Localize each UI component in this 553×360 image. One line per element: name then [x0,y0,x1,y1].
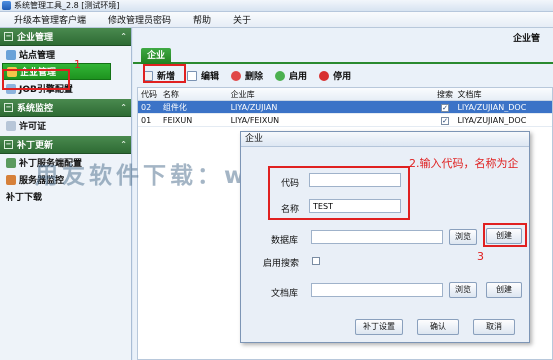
menu-change-password[interactable]: 修改管理员密码 [97,13,182,26]
search-checkbox[interactable]: ✓ [441,103,450,112]
sidebar-item-patch-download[interactable]: 补丁下载 [0,188,131,205]
enable-search-checkbox[interactable] [312,257,320,265]
sidebar-item-label: 许可证 [19,122,47,132]
button-label: 启用 [289,72,308,82]
tab-strip: 企业 [133,48,553,64]
edit-button[interactable]: 编辑 [187,69,219,82]
cell-search: ✓ [433,103,455,112]
breadcrumb: 企业管 [513,34,541,44]
cell-code: 01 [141,115,152,125]
menu-about[interactable]: 关于 [222,13,262,26]
doc-create-button[interactable]: 创建 [486,282,522,298]
app-window: 系统管理工具_2.8 [测试环境] 升级本管理客户端 修改管理员密码 帮助 关于… [0,0,553,360]
enterprise-dialog: 企业 代码 名称 数据库 浏览 创建 启用搜索 文档库 浏览 创建 补丁设置 确… [240,131,530,343]
annotation-box-fields [268,166,410,220]
sidebar-group-monitor[interactable]: − 系统监控 ⌃ [0,99,131,117]
app-icon [2,1,11,10]
sidebar-group-enterprise[interactable]: − 企业管理 ⌃ [0,28,131,46]
db-label: 数据库 [271,236,299,246]
annotation-box-create [483,223,527,247]
cell-doc: LIYA/ZUJIAN_DOC [457,115,527,125]
tab-enterprise[interactable]: 企业 [141,48,171,64]
delete-icon [231,70,242,81]
doc-label: 文档库 [271,289,299,299]
cell-name: FEIXUN [162,115,193,125]
cancel-button[interactable]: 取消 [473,319,515,335]
ok-button[interactable]: 确认 [417,319,459,335]
window-title: 系统管理工具_2.8 [测试环境] [14,1,120,10]
db-browse-button[interactable]: 浏览 [449,229,477,245]
cell-search: ✓ [433,116,455,125]
sidebar-item-label: 补丁下载 [6,193,43,203]
patch-server-icon [6,157,16,168]
sidebar-group-label: 企业管理 [17,33,54,43]
disable-icon [319,70,330,81]
cell-code: 02 [141,102,152,112]
sidebar-group-patch[interactable]: − 补丁更新 ⌃ [0,136,131,154]
sidebar-group-label: 补丁更新 [17,141,54,151]
column-header-name[interactable]: 名称 [160,89,228,100]
title-bar: 系统管理工具_2.8 [测试环境] [0,0,553,12]
menu-help[interactable]: 帮助 [182,13,222,26]
delete-button[interactable]: 删除 [231,69,263,82]
site-icon [6,49,16,60]
chevron-up-icon: ⌃ [120,140,127,149]
menu-bar: 升级本管理客户端 修改管理员密码 帮助 关于 [0,12,553,28]
button-label: 删除 [245,72,264,82]
sidebar-item-label: 站点管理 [19,51,56,61]
table-row[interactable]: 01 FEIXUN LIYA/FEIXUN ✓ LIYA/ZUJIAN_DOC [138,114,552,127]
column-header-search[interactable]: 搜索 [433,89,455,100]
annotation-box-enterprise [2,69,70,90]
annotation-hint: 2.输入代码，名称为企 [409,157,519,170]
enable-search-label: 启用搜索 [263,259,300,269]
sidebar-group-label: 系统监控 [17,104,54,114]
server-monitor-icon [6,174,16,185]
table-row[interactable]: 02 组件化 LIYA/ZUJIAN ✓ LIYA/ZUJIAN_DOC [138,101,552,114]
db-field[interactable] [311,230,443,244]
annotation-box-new [143,64,186,83]
annotation-number-3: 3 [477,250,484,263]
column-header-db[interactable]: 企业库 [228,89,433,100]
column-header-code[interactable]: 代码 [138,89,160,100]
annotation-number-1: 1 [74,58,81,71]
chevron-up-icon: ⌃ [120,103,127,112]
cell-doc: LIYA/ZUJIAN_DOC [457,102,527,112]
button-label: 停用 [333,72,352,82]
cell-db: LIYA/ZUJIAN [230,102,278,112]
chevron-up-icon: ⌃ [120,32,127,41]
sidebar-item-sites[interactable]: 站点管理 [0,46,131,63]
enable-button[interactable]: 启用 [275,69,307,82]
patch-settings-button[interactable]: 补丁设置 [355,319,403,335]
doc-browse-button[interactable]: 浏览 [449,282,477,298]
enable-icon [275,70,286,81]
column-header-doc[interactable]: 文档库 [454,89,552,100]
cell-db: LIYA/FEIXUN [230,115,280,125]
cell-name: 组件化 [162,102,187,112]
group-expand-icon: − [4,103,13,112]
group-expand-icon: − [4,140,13,149]
search-checkbox[interactable]: ✓ [441,116,450,125]
sidebar-item-license[interactable]: 许可证 [0,117,131,134]
disable-button[interactable]: 停用 [319,69,351,82]
doc-field[interactable] [311,283,443,297]
edit-icon [187,70,198,81]
button-label: 编辑 [201,72,220,82]
group-expand-icon: − [4,32,13,41]
dialog-title: 企业 [241,132,529,147]
table-header: 代码 名称 企业库 搜索 文档库 [138,88,552,101]
menu-upgrade-client[interactable]: 升级本管理客户端 [0,13,97,26]
license-icon [6,120,16,131]
